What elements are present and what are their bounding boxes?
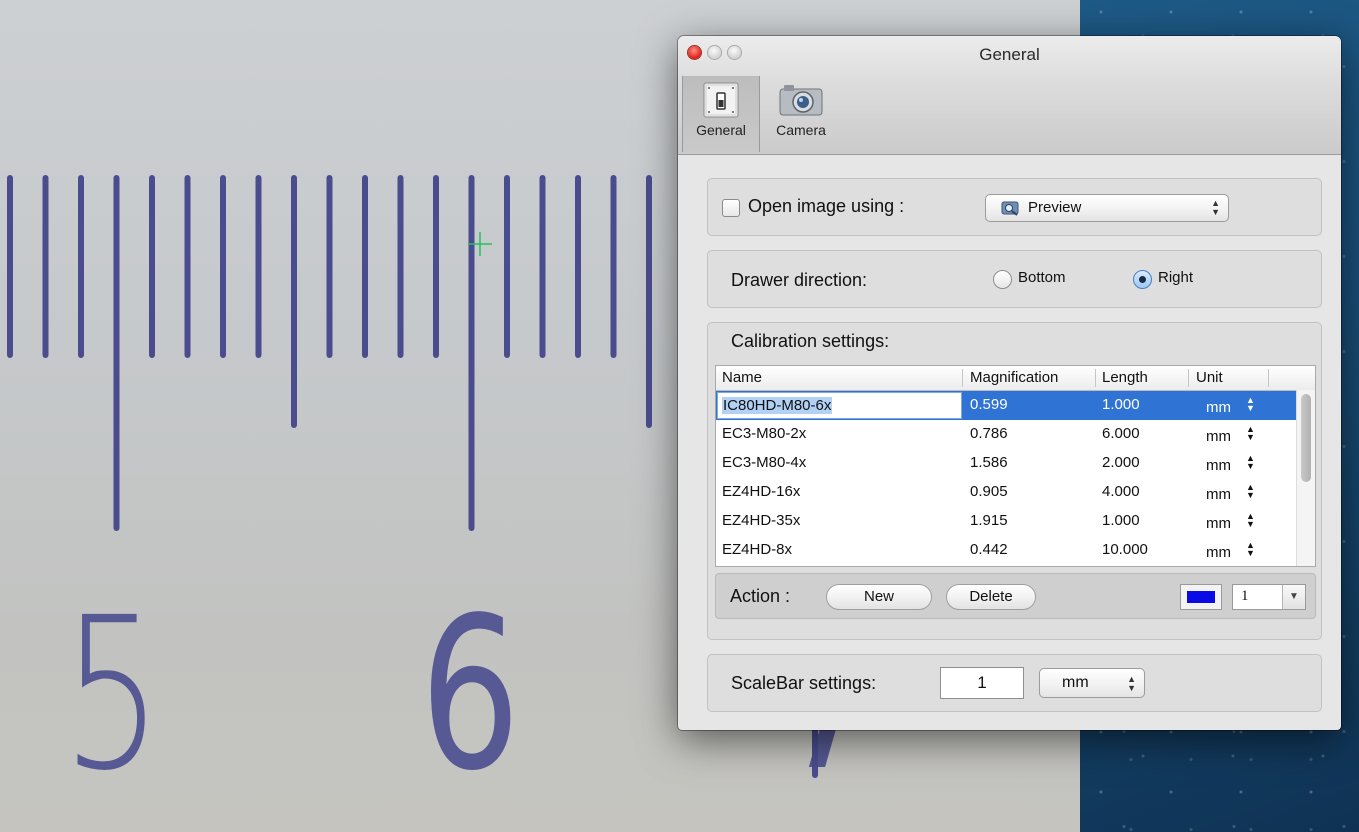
scalebar-length-input[interactable]: 1 — [940, 667, 1024, 699]
table-row[interactable]: EZ4HD-8x 0.442 10.000 mm ▲ ▼ — [716, 536, 1297, 565]
ruler-number-5: 5 — [62, 572, 163, 817]
row-length: 2.000 — [1102, 454, 1140, 471]
scrollbar-thumb[interactable] — [1301, 394, 1311, 482]
drawer-direction-label: Drawer direction: — [731, 270, 868, 290]
preview-app-icon — [1001, 201, 1019, 216]
open-image-checkbox[interactable] — [722, 199, 740, 217]
table-row[interactable]: EC3-M80-4x 1.586 2.000 mm ▲ ▼ — [716, 449, 1297, 478]
preferences-window: General General Camera Open image using … — [678, 36, 1341, 730]
column-header-magnification[interactable]: Magnification — [970, 369, 1058, 386]
calibration-title: Calibration settings: — [731, 331, 890, 351]
column-separator — [1268, 369, 1269, 387]
unit-stepper-icon[interactable]: ▲ ▼ — [1246, 425, 1255, 442]
unit-stepper-icon[interactable]: ▲ ▼ — [1246, 483, 1255, 500]
row-name-edit-field[interactable]: IC80HD-M80-6x — [717, 392, 962, 419]
unit-stepper-icon[interactable]: ▲ ▼ — [1246, 541, 1255, 558]
row-unit[interactable]: mm — [1206, 544, 1231, 561]
column-header-length[interactable]: Length — [1102, 369, 1148, 386]
drawer-direction-group: Drawer direction: Bottom Right — [707, 250, 1322, 308]
switch-icon — [703, 82, 739, 118]
drawer-bottom-label: Bottom — [1018, 269, 1066, 286]
row-length: 1.000 — [1102, 396, 1140, 413]
table-row[interactable]: EC3-M80-2x 0.786 6.000 mm ▲ ▼ — [716, 420, 1297, 449]
line-width-value: 1 — [1241, 588, 1249, 604]
row-magnification: 0.599 — [970, 396, 1008, 413]
row-unit[interactable]: mm — [1206, 399, 1231, 416]
unit-stepper-icon[interactable]: ▲ ▼ — [1246, 454, 1255, 471]
tab-general[interactable]: General — [682, 76, 760, 152]
row-name: EC3-M80-4x — [722, 454, 807, 471]
row-name: EZ4HD-16x — [722, 483, 801, 500]
scalebar-unit-value: mm — [1062, 674, 1089, 691]
scalebar-unit-select[interactable]: mm ▲ ▼ — [1039, 668, 1145, 698]
column-separator — [1188, 369, 1189, 387]
delete-calibration-button[interactable]: Delete — [946, 584, 1036, 610]
scalebar-label: ScaleBar settings: — [731, 673, 877, 693]
row-length: 4.000 — [1102, 483, 1140, 500]
row-name: EZ4HD-35x — [722, 512, 801, 529]
row-unit[interactable]: mm — [1206, 515, 1231, 532]
drawer-bottom-radio[interactable] — [993, 270, 1012, 289]
updown-arrows-icon: ▲ ▼ — [1127, 674, 1136, 693]
table-row[interactable]: IC80HD-M80-6x 0.599 1.000 mm ▲ ▼ — [716, 391, 1297, 420]
calibration-table[interactable]: Name Magnification Length Unit IC80HD-M8… — [715, 365, 1316, 567]
window-toolbar: General General Camera — [678, 36, 1341, 155]
tab-camera-label: Camera — [776, 122, 826, 138]
table-row[interactable]: EZ4HD-16x 0.905 4.000 mm ▲ ▼ — [716, 478, 1297, 507]
table-row[interactable]: EZ4HD-35x 1.915 1.000 mm ▲ ▼ — [716, 507, 1297, 536]
column-separator — [962, 369, 963, 387]
unit-stepper-icon[interactable]: ▲ ▼ — [1246, 512, 1255, 529]
column-header-name[interactable]: Name — [722, 369, 762, 386]
row-length: 6.000 — [1102, 425, 1140, 442]
unit-stepper-icon[interactable]: ▲ ▼ — [1246, 396, 1255, 413]
open-image-label: Open image using : — [748, 196, 905, 216]
action-label: Action : — [730, 586, 791, 606]
row-unit[interactable]: mm — [1206, 457, 1231, 474]
row-name: EC3-M80-2x — [722, 425, 807, 442]
window-title: General — [979, 45, 1040, 64]
open-image-app-value: Preview — [1028, 199, 1082, 216]
table-header: Name Magnification Length Unit — [716, 366, 1315, 391]
row-magnification: 1.586 — [970, 454, 1008, 471]
camera-icon — [779, 85, 823, 116]
scalebar-group: ScaleBar settings: 1 mm ▲ ▼ — [707, 654, 1322, 712]
updown-arrows-icon: ▲ ▼ — [1211, 198, 1220, 217]
dropdown-arrow-icon[interactable]: ▼ — [1282, 585, 1305, 609]
row-magnification: 0.905 — [970, 483, 1008, 500]
drawer-right-radio[interactable] — [1133, 270, 1152, 289]
row-length: 10.000 — [1102, 541, 1148, 558]
row-magnification: 1.915 — [970, 512, 1008, 529]
line-width-combo[interactable]: 1 ▼ — [1232, 584, 1306, 610]
open-image-group: Open image using : Preview ▲ ▼ — [707, 178, 1322, 236]
tab-camera[interactable]: Camera — [766, 76, 836, 152]
row-unit[interactable]: mm — [1206, 486, 1231, 503]
row-magnification: 0.442 — [970, 541, 1008, 558]
row-name: IC80HD-M80-6x — [722, 397, 833, 414]
row-length: 1.000 — [1102, 512, 1140, 529]
column-header-unit[interactable]: Unit — [1196, 369, 1223, 386]
ruler-number-6: 6 — [420, 572, 521, 817]
line-color-well[interactable] — [1180, 584, 1222, 610]
tab-general-label: General — [696, 122, 746, 138]
action-bar: Action : New Delete 1 ▼ — [715, 573, 1316, 619]
calibration-group: Calibration settings: Name Magnification… — [707, 322, 1322, 640]
open-image-app-select[interactable]: Preview ▲ ▼ — [985, 194, 1229, 222]
row-unit[interactable]: mm — [1206, 428, 1231, 445]
drawer-right-label: Right — [1158, 269, 1194, 286]
new-calibration-button[interactable]: New — [826, 584, 932, 610]
row-magnification: 0.786 — [970, 425, 1008, 442]
line-color-swatch — [1187, 591, 1215, 603]
column-separator — [1095, 369, 1096, 387]
row-name: EZ4HD-8x — [722, 541, 793, 558]
table-scrollbar[interactable] — [1296, 390, 1315, 566]
